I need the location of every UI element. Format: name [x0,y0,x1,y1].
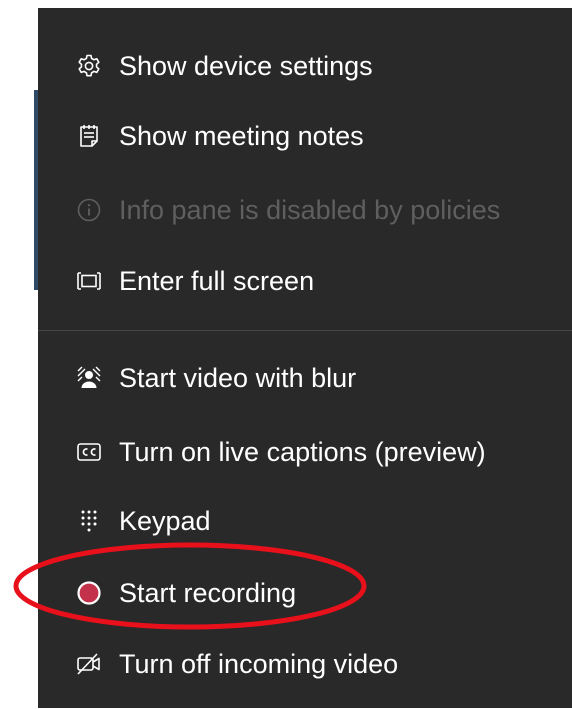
menu-item-full-screen[interactable]: Enter full screen [38,249,572,313]
more-actions-menu: Show device settings Show meeting notes [38,8,572,708]
info-icon [76,197,102,223]
menu-item-label: Turn on live captions (preview) [119,436,486,467]
background-app [0,0,38,709]
menu-item-start-recording[interactable]: Start recording [38,561,572,625]
menu-divider [38,330,572,331]
menu-item-label: Turn off incoming video [119,648,399,679]
closed-captions-icon [76,439,102,465]
menu-item-label: Start video with blur [119,362,357,393]
menu-item-label: Enter full screen [119,265,315,296]
gear-icon [76,53,102,79]
menu-item-label: Keypad [119,505,211,536]
video-off-icon [76,651,102,677]
keypad-icon [76,508,102,534]
blur-background-icon [76,365,102,391]
menu-item-video-blur[interactable]: Start video with blur [38,346,572,410]
menu-item-meeting-notes[interactable]: Show meeting notes [38,104,572,168]
menu-item-label: Show device settings [119,50,373,81]
menu-item-device-settings[interactable]: Show device settings [38,34,572,98]
menu-item-label: Info pane is disabled by policies [119,194,501,225]
menu-item-incoming-video[interactable]: Turn off incoming video [38,632,572,696]
record-icon [76,580,102,606]
menu-item-info-pane: Info pane is disabled by policies [38,178,572,242]
screenshot-stage: Show device settings Show meeting notes [0,0,572,709]
fullscreen-icon [76,268,102,294]
menu-item-label: Show meeting notes [119,120,364,151]
notes-icon [76,123,102,149]
menu-item-keypad[interactable]: Keypad [38,489,572,553]
menu-item-live-captions[interactable]: Turn on live captions (preview) [38,420,572,484]
menu-item-label: Start recording [119,577,297,608]
